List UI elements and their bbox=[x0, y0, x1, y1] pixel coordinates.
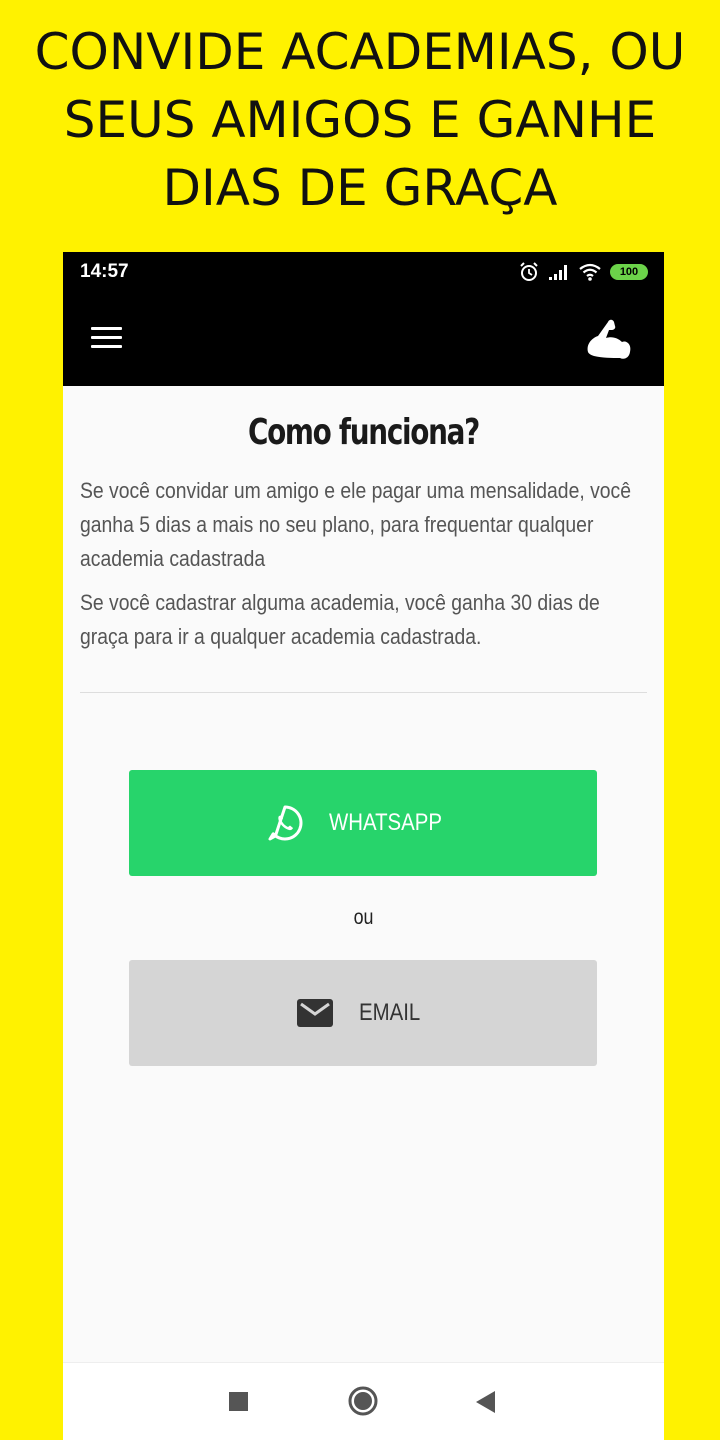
how-it-works-paragraph-1: Se você convidar um amigo e ele pagar um… bbox=[80, 478, 632, 571]
phone-screen: 14:57 100 Como funciona? Se você convida… bbox=[63, 252, 664, 1440]
signal-icon bbox=[549, 265, 567, 280]
promo-line-2: SEUS AMIGOS E GANHE bbox=[63, 91, 657, 149]
whatsapp-share-button[interactable]: WHATSAPP bbox=[129, 770, 597, 876]
status-icons: 100 bbox=[519, 261, 648, 283]
system-navigation-bar bbox=[63, 1362, 664, 1440]
whatsapp-button-label: WHATSAPP bbox=[328, 809, 442, 836]
divider bbox=[80, 692, 647, 693]
app-bar bbox=[63, 294, 664, 386]
wifi-icon bbox=[579, 263, 601, 281]
how-it-works-paragraph-2: Se você cadastrar alguma academia, você … bbox=[80, 590, 600, 649]
flexed-arm-icon bbox=[587, 319, 631, 359]
hamburger-menu-icon[interactable] bbox=[91, 327, 127, 355]
promo-line-3: DIAS DE GRAÇA bbox=[162, 159, 558, 217]
home-circle-icon[interactable] bbox=[347, 1385, 379, 1417]
whatsapp-icon bbox=[265, 803, 305, 843]
envelope-icon bbox=[295, 993, 335, 1033]
email-share-button[interactable]: EMAIL bbox=[129, 960, 597, 1066]
status-time: 14:57 bbox=[80, 261, 129, 282]
or-separator: ou bbox=[353, 906, 374, 929]
page-title: Como funciona? bbox=[247, 412, 480, 453]
promo-line-1: CONVIDE ACADEMIAS, OU bbox=[34, 23, 686, 81]
promo-title: CONVIDE ACADEMIAS, OU SEUS AMIGOS E GANH… bbox=[0, 18, 720, 222]
back-triangle-icon[interactable] bbox=[473, 1389, 497, 1415]
alarm-icon bbox=[520, 262, 538, 281]
email-button-label: EMAIL bbox=[358, 999, 421, 1026]
recents-square-icon[interactable] bbox=[229, 1392, 248, 1411]
status-bar: 14:57 100 bbox=[63, 252, 664, 294]
battery-icon: 100 bbox=[610, 264, 648, 280]
